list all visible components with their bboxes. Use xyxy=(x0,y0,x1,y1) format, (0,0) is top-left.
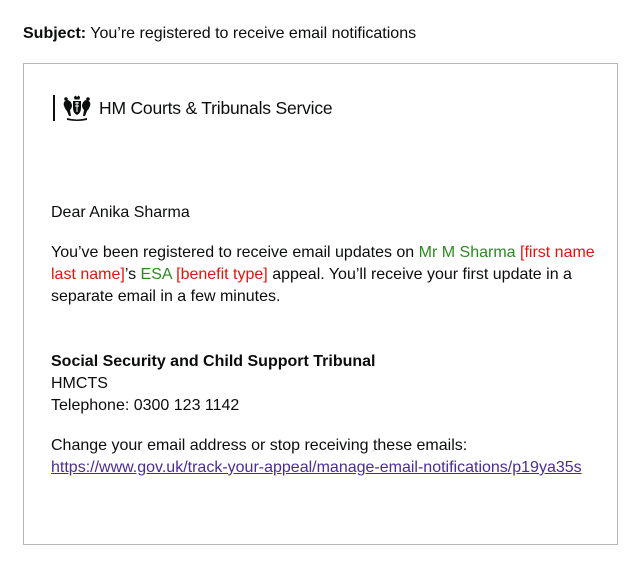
signature-title: Social Security and Child Support Tribun… xyxy=(51,353,376,370)
greeting: Dear Anika Sharma xyxy=(51,204,190,221)
message-possessive: ’s xyxy=(124,266,141,283)
benefit-type-placeholder: [benefit type] xyxy=(176,266,268,283)
signature-org: HMCTS xyxy=(51,375,108,392)
manage-notifications-link[interactable]: https://www.gov.uk/track-your-appeal/man… xyxy=(51,459,582,476)
subject-text: You’re registered to receive email notif… xyxy=(90,25,417,42)
email-preview: HM Courts & Tribunals Service Dear Anika… xyxy=(23,63,618,545)
benefit-type: ESA xyxy=(140,266,172,283)
hmcts-logo-text: HM Courts & Tribunals Service xyxy=(99,97,333,118)
royal-crest-icon xyxy=(63,95,91,121)
registration-message: You’ve been registered to receive email … xyxy=(51,242,599,308)
signature-block: Social Security and Child Support Tribun… xyxy=(51,351,599,417)
signature-phone: Telephone: 0300 123 1142 xyxy=(51,397,240,414)
hmcts-logo: HM Courts & Tribunals Service xyxy=(53,95,333,121)
subject-line: Subject: You’re registered to receive em… xyxy=(23,24,416,44)
appellant-name: Mr M Sharma xyxy=(418,244,516,261)
logo-bar xyxy=(53,95,55,121)
subject-label: Subject: xyxy=(23,25,87,42)
manage-notifications-text: Change your email address or stop receiv… xyxy=(51,437,468,454)
manage-notifications: Change your email address or stop receiv… xyxy=(51,435,599,479)
message-intro: You’ve been registered to receive email … xyxy=(51,244,419,261)
